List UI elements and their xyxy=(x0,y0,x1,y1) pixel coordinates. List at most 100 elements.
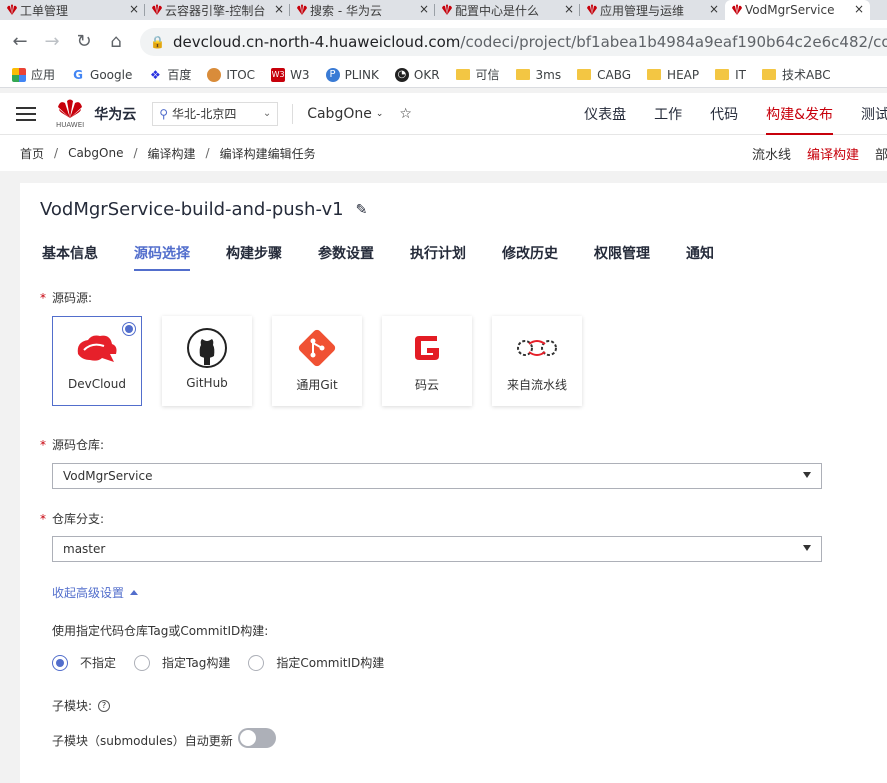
close-icon[interactable]: × xyxy=(854,2,864,16)
browser-tab-bar: 工单管理 × 云容器引擎-控制台 × 搜索 - 华为云 × 配置中心是什么 × 应用管理… xyxy=(0,0,887,20)
branch-select[interactable]: master xyxy=(52,536,822,562)
tab-source[interactable]: 源码选择 xyxy=(134,243,190,271)
bookmark-folder[interactable]: 3ms xyxy=(515,68,561,82)
close-icon[interactable]: × xyxy=(709,2,719,16)
radio-tag[interactable]: 指定Tag构建 xyxy=(134,654,230,671)
close-icon[interactable]: × xyxy=(129,2,139,16)
menu-item-build-release[interactable]: 构建&发布 xyxy=(766,93,833,135)
radio-commitid[interactable]: 指定CommitID构建 xyxy=(248,654,384,671)
browser-tab[interactable]: 应用管理与运维 × xyxy=(580,0,725,20)
tab-notifications[interactable]: 通知 xyxy=(686,243,714,271)
bookmark-baidu[interactable]: ❖ 百度 xyxy=(148,66,191,83)
forward-icon[interactable]: → xyxy=(40,29,64,53)
tab-permissions[interactable]: 权限管理 xyxy=(594,243,650,271)
bookmark-plink[interactable]: P PLINK xyxy=(325,67,379,82)
bookmark-label: CABG xyxy=(597,67,632,82)
link-deploy[interactable]: 部署 xyxy=(875,144,887,163)
browser-tab[interactable]: 云容器引擎-控制台 × xyxy=(145,0,290,20)
bookmark-label: Google xyxy=(90,67,133,82)
selected-radio-icon xyxy=(122,322,136,336)
menu-item-work[interactable]: 工作 xyxy=(654,93,682,135)
branch-label: * 仓库分支: xyxy=(40,510,104,527)
address-bar: ← → ↻ ⌂ 🔒 devcloud.cn-north-4.huaweiclou… xyxy=(0,20,887,62)
home-icon[interactable]: ⌂ xyxy=(104,29,128,53)
bookmark-folder[interactable]: CABG xyxy=(577,68,631,82)
link-pipeline[interactable]: 流水线 xyxy=(752,144,791,163)
project-select[interactable]: CabgOne ⌄ xyxy=(307,106,383,122)
source-card-devcloud[interactable]: DevCloud xyxy=(52,316,142,406)
star-icon[interactable]: ☆ xyxy=(399,106,412,122)
huawei-cloud-logo[interactable]: HUAWEI 华为云 xyxy=(56,99,136,129)
huawei-icon xyxy=(442,4,452,15)
radio-no-spec[interactable]: 不指定 xyxy=(52,654,116,671)
menu-item-dashboard[interactable]: 仪表盘 xyxy=(584,93,626,135)
region-select[interactable]: ⚲ 华北-北京四 ⌄ xyxy=(152,101,279,126)
breadcrumb-separator: / xyxy=(205,146,210,160)
pencil-icon[interactable]: ✎ xyxy=(356,202,368,218)
bookmark-google[interactable]: G Google xyxy=(71,68,132,82)
google-icon: G xyxy=(73,67,83,82)
breadcrumb-project[interactable]: CabgOne xyxy=(68,146,123,160)
collapse-advanced-link[interactable]: 收起高级设置 xyxy=(52,584,139,601)
browser-tab[interactable]: 工单管理 × xyxy=(0,0,145,20)
breadcrumb-build[interactable]: 编译构建 xyxy=(148,145,196,162)
bookmark-w3[interactable]: W3 W3 xyxy=(271,67,310,82)
required-mark: * xyxy=(40,512,46,526)
submodule-auto-toggle[interactable] xyxy=(238,728,276,748)
folder-icon xyxy=(577,69,592,80)
source-label: 来自流水线 xyxy=(506,378,567,392)
folder-icon xyxy=(515,69,530,80)
source-card-github[interactable]: GitHub xyxy=(162,316,252,406)
reload-icon[interactable]: ↻ xyxy=(72,29,96,53)
source-card-gitee[interactable]: 码云 xyxy=(382,316,472,406)
link-build[interactable]: 编译构建 xyxy=(807,144,859,163)
source-label: 码云 xyxy=(414,378,439,392)
location-pin-icon: ⚲ xyxy=(159,106,168,121)
help-icon[interactable]: ? xyxy=(98,699,111,712)
submodule-auto-label: 子模块（submodules）自动更新 xyxy=(52,734,233,748)
bookmark-folder[interactable]: HEAP xyxy=(647,68,699,82)
tab-build-steps[interactable]: 构建步骤 xyxy=(226,243,282,271)
url-host: devcloud.cn-north-4.huaweicloud.com xyxy=(172,33,461,51)
source-card-git[interactable]: 通用Git xyxy=(272,316,362,406)
back-icon[interactable]: ← xyxy=(8,29,32,53)
project-name: CabgOne xyxy=(307,105,372,122)
menu-item-test[interactable]: 测试 xyxy=(861,93,887,135)
tab-parameters[interactable]: 参数设置 xyxy=(318,243,374,271)
url-path: /codeci/project/bf1abea1b4984a9eaf190b64… xyxy=(460,33,887,51)
gitee-icon xyxy=(411,332,443,364)
repo-label-text: 源码仓库: xyxy=(52,438,105,452)
repo-select[interactable]: VodMgrService xyxy=(52,463,822,489)
tab-basic-info[interactable]: 基本信息 xyxy=(42,243,98,271)
close-icon[interactable]: × xyxy=(419,2,429,16)
breadcrumb-current: 编译构建编辑任务 xyxy=(219,146,316,161)
hamburger-menu-icon[interactable] xyxy=(16,103,36,125)
submodule-label-text: 子模块: xyxy=(52,699,93,713)
source-label: * 源码源: xyxy=(40,289,92,306)
w3-icon: W3 xyxy=(271,67,286,82)
menu-item-code[interactable]: 代码 xyxy=(710,93,738,135)
task-title: VodMgrService-build-and-push-v1 xyxy=(40,199,344,220)
close-icon[interactable]: × xyxy=(564,2,574,16)
brand-sub: HUAWEI xyxy=(56,120,85,129)
url-input[interactable]: 🔒 devcloud.cn-north-4.huaweicloud.com/co… xyxy=(140,28,887,56)
browser-tab-active[interactable]: VodMgrService × xyxy=(725,0,870,20)
tab-history[interactable]: 修改历史 xyxy=(502,243,558,271)
bookmark-okr[interactable]: ◔ OKR xyxy=(394,67,440,82)
source-card-pipeline[interactable]: 来自流水线 xyxy=(492,316,582,406)
breadcrumb-home[interactable]: 首页 xyxy=(20,145,44,162)
folder-icon xyxy=(715,69,730,80)
close-icon[interactable]: × xyxy=(274,2,284,16)
bookmark-folder[interactable]: 可信 xyxy=(455,66,500,83)
browser-tab[interactable]: 配置中心是什么 × xyxy=(435,0,580,20)
folder-icon xyxy=(761,69,776,80)
okr-icon: ◔ xyxy=(394,67,409,82)
bookmark-folder[interactable]: IT xyxy=(715,68,746,82)
bookmark-label: ITOC xyxy=(226,67,256,82)
chevron-down-icon: ⌄ xyxy=(262,108,272,119)
bookmark-itoc[interactable]: ITOC xyxy=(207,67,256,82)
bookmark-folder[interactable]: 技术ABC xyxy=(761,66,831,83)
browser-tab[interactable]: 搜索 - 华为云 × xyxy=(290,0,435,20)
tab-schedule[interactable]: 执行计划 xyxy=(410,243,466,271)
bookmark-apps[interactable]: 应用 xyxy=(12,66,55,83)
